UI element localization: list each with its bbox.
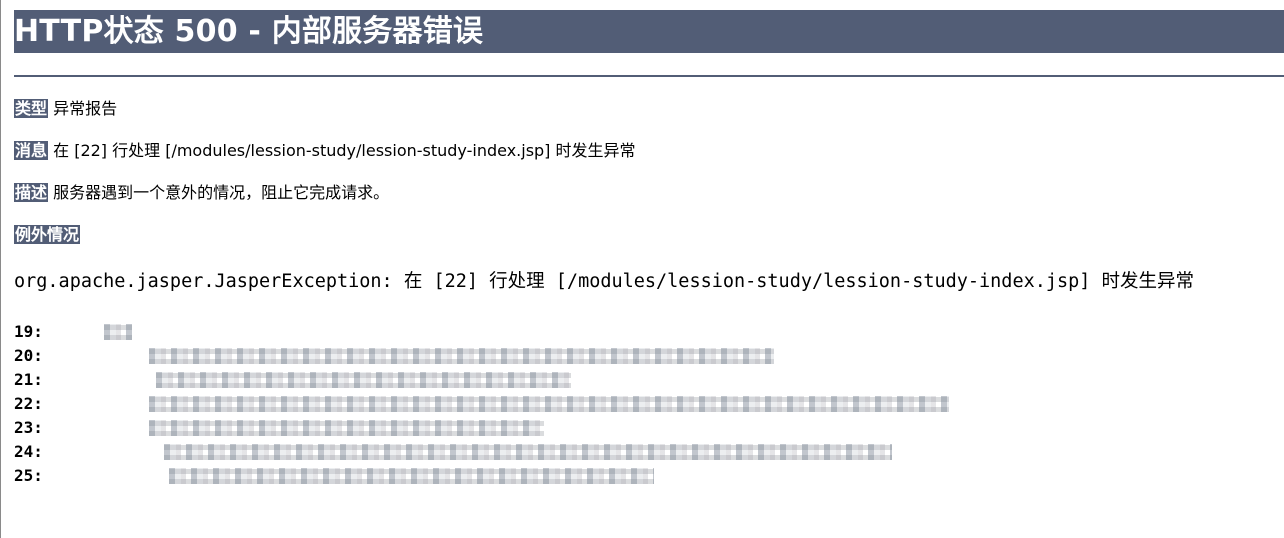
redacted-code bbox=[104, 324, 132, 340]
redacted-code bbox=[156, 372, 571, 388]
description-value: 服务器遇到一个意外的情况，阻止它完成请求。 bbox=[53, 183, 390, 202]
description-label: 描述 bbox=[14, 183, 49, 202]
redacted-code bbox=[164, 444, 892, 460]
redacted-code bbox=[149, 348, 774, 364]
message-label: 消息 bbox=[14, 141, 49, 160]
exception-row: 例外情况 bbox=[14, 224, 81, 246]
type-row: 类型 异常报告 bbox=[14, 98, 117, 120]
page-title: HTTP状态 500 - 内部服务器错误 bbox=[14, 10, 1284, 53]
message-row: 消息 在 [22] 行处理 [/modules/lession-study/le… bbox=[14, 140, 636, 162]
line-number: 19: bbox=[14, 322, 43, 341]
line-number: 22: bbox=[14, 394, 43, 413]
line-number: 24: bbox=[14, 442, 43, 461]
exception-message: org.apache.jasper.JasperException: 在 [22… bbox=[14, 271, 1195, 292]
exception-label: 例外情况 bbox=[14, 225, 81, 244]
line-number: 23: bbox=[14, 418, 43, 437]
line-number: 21: bbox=[14, 370, 43, 389]
line-number: 25: bbox=[14, 466, 43, 485]
type-label: 类型 bbox=[14, 99, 49, 118]
description-row: 描述 服务器遇到一个意外的情况，阻止它完成请求。 bbox=[14, 182, 389, 204]
redacted-code bbox=[169, 468, 654, 484]
redacted-code bbox=[149, 396, 949, 412]
redacted-code bbox=[149, 420, 544, 436]
title-divider bbox=[14, 75, 1284, 77]
line-number: 20: bbox=[14, 346, 43, 365]
message-value: 在 [22] 行处理 [/modules/lession-study/lessi… bbox=[53, 141, 636, 160]
type-value: 异常报告 bbox=[53, 99, 118, 118]
